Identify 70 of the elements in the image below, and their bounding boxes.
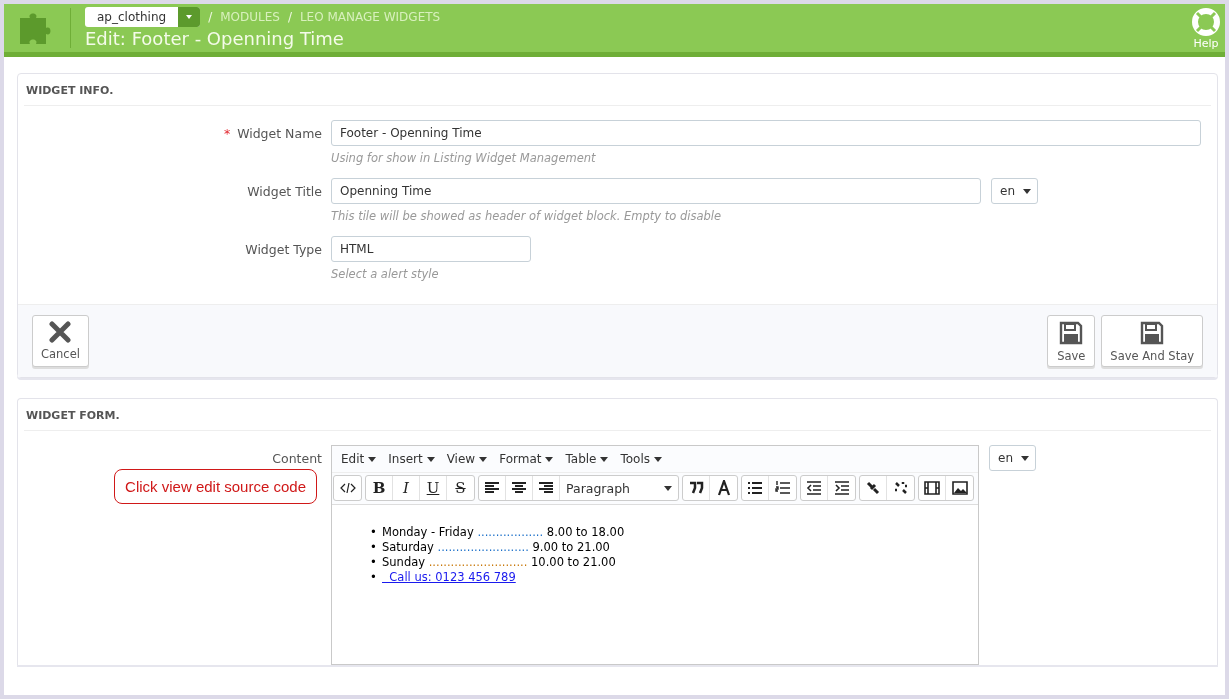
caret-icon <box>1021 455 1029 461</box>
indent-icon <box>833 480 850 496</box>
menu-item[interactable]: View <box>441 450 493 468</box>
align-left-icon <box>484 480 500 496</box>
leader-dots: ........................... <box>428 555 528 569</box>
format-button[interactable]: B <box>366 476 393 500</box>
shop-selector[interactable]: ap_clothing <box>85 7 201 27</box>
required-mark: * <box>223 126 231 141</box>
text-field[interactable]: Footer - Openning Time <box>331 120 1201 146</box>
caret-icon <box>368 456 377 462</box>
field-label: Widget Type <box>245 242 322 257</box>
align-right-icon <box>538 480 554 496</box>
breadcrumb-separator: / <box>287 10 292 24</box>
image-icon <box>951 480 968 496</box>
panel-heading: WIDGET FORM. <box>24 399 1211 431</box>
close-icon <box>49 321 72 343</box>
caret-icon <box>545 456 554 462</box>
leader-dots: .................. <box>477 525 544 539</box>
field-hint: Select a alert style <box>331 267 440 281</box>
quote-icon <box>688 480 704 496</box>
menu-item[interactable]: Table <box>560 450 614 468</box>
caret-icon <box>664 485 672 491</box>
bullets-icon <box>747 480 763 496</box>
day-label: Sunday <box>382 555 426 569</box>
field-label: Content <box>272 451 322 466</box>
caret-icon <box>1023 188 1031 194</box>
day-label: Saturday <box>382 540 434 554</box>
day-label: Monday - Friday <box>382 525 474 539</box>
align-center-icon <box>511 480 527 496</box>
hours-time: 10.00 to 21.00 <box>531 555 616 569</box>
callout-annotation: Click view edit source code <box>114 469 317 504</box>
field-hint: This tile will be showed as header of widget block. Empty to disable <box>331 209 723 223</box>
field-label: Widget Name <box>237 126 322 141</box>
menu-item[interactable]: Tools <box>615 450 668 468</box>
caret-icon <box>479 456 488 462</box>
save-button[interactable]: Save <box>1047 315 1096 367</box>
leader-dots: ......................... <box>437 540 529 554</box>
format-button[interactable]: I <box>393 476 420 500</box>
caret-icon <box>654 456 663 462</box>
hours-time: 8.00 to 18.00 <box>546 525 625 539</box>
bullet: • <box>370 525 378 540</box>
format-button[interactable]: S <box>447 476 474 500</box>
color-icon <box>715 480 732 496</box>
caret-icon <box>426 456 435 462</box>
language-dropdown[interactable]: en <box>991 178 1038 204</box>
outdent-icon <box>806 480 822 496</box>
breadcrumb-separator: / <box>208 10 213 24</box>
text-field[interactable]: Openning Time <box>331 178 981 204</box>
hours-time: 9.00 to 21.00 <box>532 540 610 554</box>
page-title: Edit: Footer - Openning Time <box>85 28 345 49</box>
media-icon <box>924 480 940 496</box>
language-dropdown[interactable]: en <box>989 445 1036 471</box>
cancel-button[interactable]: Cancel <box>32 315 89 367</box>
menu-item[interactable]: Edit <box>336 450 382 468</box>
bullet: • <box>370 570 378 585</box>
panel-heading: WIDGET INFO. <box>24 74 1211 106</box>
text-field[interactable]: HTML <box>331 236 531 262</box>
phone-link[interactable]: Call us: 0123 456 789 <box>382 570 516 584</box>
format-button[interactable]: U <box>420 476 447 500</box>
menu-item[interactable]: Insert <box>383 450 440 468</box>
caret-icon <box>600 456 609 462</box>
field-label: Widget Title <box>247 184 322 199</box>
numbers-icon <box>774 480 791 496</box>
save-button[interactable]: Save And Stay <box>1101 315 1203 367</box>
field-hint: Using for show in Listing Widget Management <box>331 151 597 165</box>
bullet: • <box>370 555 378 570</box>
caret-icon <box>178 7 201 27</box>
menu-item[interactable]: Format <box>494 450 559 468</box>
code-icon <box>339 480 356 496</box>
bullet: • <box>370 540 378 555</box>
